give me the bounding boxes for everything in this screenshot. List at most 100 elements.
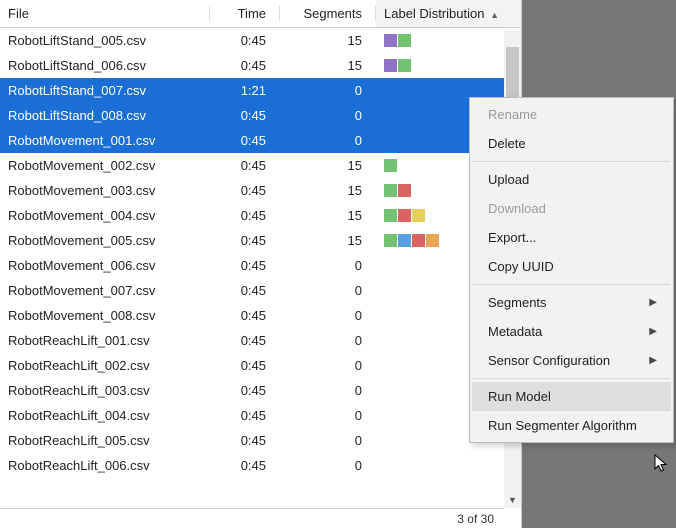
table-row[interactable]: RobotMovement_004.csv0:4515: [0, 203, 521, 228]
cell-file: RobotReachLift_003.csv: [0, 378, 210, 403]
cell-segments: 0: [280, 328, 376, 353]
menu-run-model[interactable]: Run Model: [472, 382, 671, 411]
menu-run-segmenter[interactable]: Run Segmenter Algorithm: [472, 411, 671, 440]
cell-file: RobotReachLift_002.csv: [0, 353, 210, 378]
cell-file: RobotReachLift_004.csv: [0, 403, 210, 428]
menu-separator: [473, 284, 670, 285]
table-row[interactable]: RobotMovement_002.csv0:4515: [0, 153, 521, 178]
menu-delete[interactable]: Delete: [472, 129, 671, 158]
cell-time: 0:45: [210, 253, 280, 278]
cell-label-distribution: [376, 53, 521, 78]
table-row[interactable]: RobotLiftStand_005.csv0:4515: [0, 28, 521, 53]
cell-label-distribution: [376, 28, 521, 53]
cell-time: 0:45: [210, 178, 280, 203]
cell-file: RobotLiftStand_005.csv: [0, 28, 210, 53]
file-table-panel: File Time Segments Label Distribution ▲ …: [0, 0, 522, 528]
menu-download[interactable]: Download: [472, 194, 671, 223]
cell-segments: 15: [280, 153, 376, 178]
menu-copy-uuid[interactable]: Copy UUID: [472, 252, 671, 281]
label-swatch: [412, 209, 425, 222]
menu-rename[interactable]: Rename: [472, 100, 671, 129]
table-row[interactable]: RobotMovement_008.csv0:450: [0, 303, 521, 328]
cell-file: RobotMovement_001.csv: [0, 128, 210, 153]
menu-upload[interactable]: Upload: [472, 165, 671, 194]
cell-time: 0:45: [210, 203, 280, 228]
col-file[interactable]: File: [0, 0, 210, 28]
cell-time: 0:45: [210, 228, 280, 253]
menu-sensor-config-label: Sensor Configuration: [488, 353, 610, 368]
col-label-distribution[interactable]: Label Distribution ▲: [376, 0, 521, 28]
cell-time: 0:45: [210, 428, 280, 453]
menu-download-label: Download: [488, 201, 546, 216]
cell-segments: 0: [280, 278, 376, 303]
menu-metadata-label: Metadata: [488, 324, 542, 339]
cell-segments: 0: [280, 403, 376, 428]
menu-metadata[interactable]: Metadata ▶: [472, 317, 671, 346]
table-row[interactable]: RobotReachLift_001.csv0:450: [0, 328, 521, 353]
table-row[interactable]: RobotLiftStand_006.csv0:4515: [0, 53, 521, 78]
col-time[interactable]: Time: [210, 0, 280, 28]
cell-file: RobotMovement_005.csv: [0, 228, 210, 253]
menu-export[interactable]: Export...: [472, 223, 671, 252]
menu-sensor-configuration[interactable]: Sensor Configuration ▶: [472, 346, 671, 375]
cell-segments: 15: [280, 178, 376, 203]
cell-time: 0:45: [210, 153, 280, 178]
cell-file: RobotReachLift_005.csv: [0, 428, 210, 453]
cell-time: 0:45: [210, 103, 280, 128]
cell-time: 0:45: [210, 403, 280, 428]
cell-time: 0:45: [210, 303, 280, 328]
cell-segments: 15: [280, 203, 376, 228]
col-segments[interactable]: Segments: [280, 0, 376, 28]
label-swatch: [384, 34, 397, 47]
cell-segments: 0: [280, 103, 376, 128]
sort-ascending-icon: ▲: [490, 10, 499, 20]
cell-time: 0:45: [210, 128, 280, 153]
menu-separator: [473, 161, 670, 162]
table-row[interactable]: RobotLiftStand_008.csv0:450: [0, 103, 521, 128]
menu-export-label: Export...: [488, 230, 536, 245]
table-row[interactable]: RobotReachLift_005.csv0:450: [0, 428, 521, 453]
file-table: File Time Segments Label Distribution ▲ …: [0, 0, 521, 478]
cell-file: RobotMovement_004.csv: [0, 203, 210, 228]
cell-segments: 0: [280, 78, 376, 103]
cell-time: 0:45: [210, 28, 280, 53]
cell-file: RobotLiftStand_008.csv: [0, 103, 210, 128]
cell-segments: 0: [280, 303, 376, 328]
cell-time: 0:45: [210, 353, 280, 378]
label-swatch: [398, 234, 411, 247]
menu-delete-label: Delete: [488, 136, 526, 151]
label-swatch: [384, 184, 397, 197]
submenu-arrow-icon: ▶: [649, 355, 657, 366]
menu-segments[interactable]: Segments ▶: [472, 288, 671, 317]
cell-segments: 15: [280, 28, 376, 53]
table-row[interactable]: RobotReachLift_002.csv0:450: [0, 353, 521, 378]
cell-segments: 15: [280, 53, 376, 78]
submenu-arrow-icon: ▶: [649, 326, 657, 337]
table-row[interactable]: RobotMovement_007.csv0:450: [0, 278, 521, 303]
menu-upload-label: Upload: [488, 172, 529, 187]
cell-time: 0:45: [210, 53, 280, 78]
table-row[interactable]: RobotMovement_005.csv0:4515: [0, 228, 521, 253]
table-row[interactable]: RobotReachLift_006.csv0:450: [0, 453, 521, 478]
table-header-row: File Time Segments Label Distribution ▲: [0, 0, 521, 28]
menu-copy-uuid-label: Copy UUID: [488, 259, 554, 274]
context-menu: Rename Delete Upload Download Export... …: [469, 97, 674, 443]
table-row[interactable]: RobotLiftStand_007.csv1:210: [0, 78, 521, 103]
cell-segments: 0: [280, 378, 376, 403]
table-row[interactable]: RobotMovement_003.csv0:4515: [0, 178, 521, 203]
menu-run-model-label: Run Model: [488, 389, 551, 404]
cell-segments: 0: [280, 453, 376, 478]
menu-segments-label: Segments: [488, 295, 547, 310]
table-row[interactable]: RobotReachLift_003.csv0:450: [0, 378, 521, 403]
table-row[interactable]: RobotMovement_006.csv0:450: [0, 253, 521, 278]
table-row[interactable]: RobotMovement_001.csv0:450: [0, 128, 521, 153]
cell-segments: 0: [280, 128, 376, 153]
cell-segments: 0: [280, 353, 376, 378]
submenu-arrow-icon: ▶: [649, 297, 657, 308]
scroll-down-button[interactable]: ▼: [504, 491, 521, 508]
cell-label-distribution: [376, 453, 521, 478]
cell-file: RobotMovement_007.csv: [0, 278, 210, 303]
label-swatch: [384, 209, 397, 222]
menu-separator: [473, 378, 670, 379]
table-row[interactable]: RobotReachLift_004.csv0:450: [0, 403, 521, 428]
